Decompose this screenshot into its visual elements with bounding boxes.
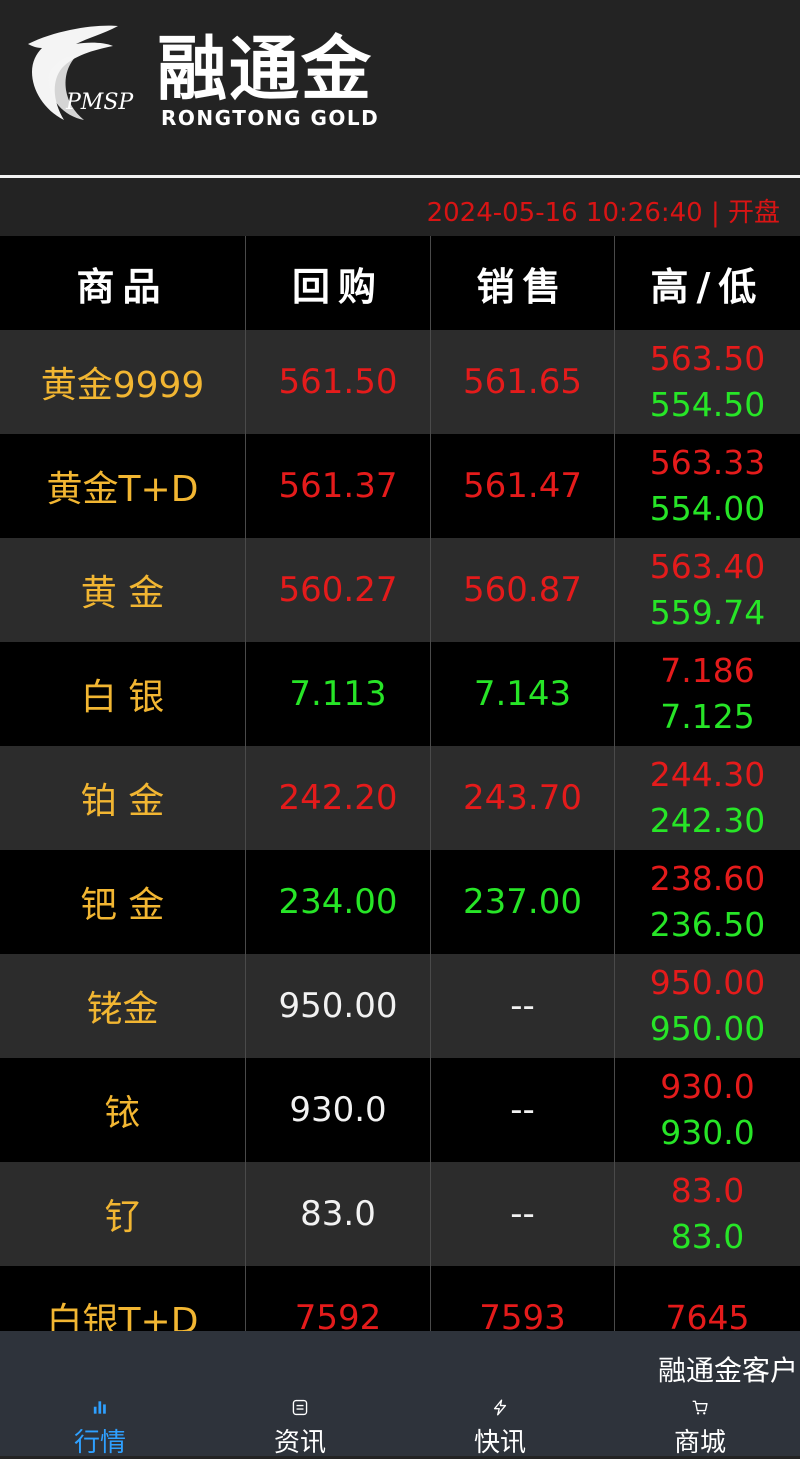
low-price: 83.0 <box>670 1217 745 1256</box>
table-row[interactable]: 钌 83.0 -- 83.0 83.0 <box>0 1162 800 1266</box>
buyback-price: 7.113 <box>245 642 430 746</box>
low-price: 242.30 <box>649 801 766 840</box>
sell-price: 243.70 <box>430 746 614 850</box>
high-low-cell: 563.50 554.50 <box>614 330 800 434</box>
low-price: 7.125 <box>660 697 755 736</box>
column-header-high-low: 高/低 <box>614 236 800 330</box>
table-row[interactable]: 铂 金 242.20 243.70 244.30 242.30 <box>0 746 800 850</box>
cart-icon <box>692 1400 708 1415</box>
sell-price: -- <box>430 1162 614 1266</box>
high-low-cell: 7.186 7.125 <box>614 642 800 746</box>
sell-price: 237.00 <box>430 850 614 954</box>
nav-label-quotes: 行情 <box>73 1428 126 1458</box>
nav-tab-quotes[interactable]: 行情 <box>50 1399 150 1459</box>
product-name: 铂 金 <box>80 781 165 822</box>
high-low-cell: 563.33 554.00 <box>614 434 800 538</box>
buyback-price: 561.37 <box>245 434 430 538</box>
price-table: 商品 回购 销售 高/低 黄金9999 561.50 561.65 563.50 554… <box>0 236 800 1370</box>
status-bar: 2024-05-16 10:26:40 | 开盘 <box>0 178 800 236</box>
buyback-price: 242.20 <box>245 746 430 850</box>
product-name: 铱 <box>104 1093 141 1134</box>
low-price: 950.00 <box>649 1009 766 1048</box>
logo-pmsp-text: PMSP <box>66 90 134 115</box>
table-header-row: 商品 回购 销售 高/低 <box>0 236 800 330</box>
high-low-cell: 83.0 83.0 <box>614 1162 800 1266</box>
buyback-price: 234.00 <box>245 850 430 954</box>
sell-price: 561.47 <box>430 434 614 538</box>
marquee-text: 融通金客户 <box>658 1354 799 1387</box>
sell-price: 561.65 <box>430 330 614 434</box>
high-price: 83.0 <box>670 1171 745 1210</box>
product-name: 黄金9999 <box>40 365 205 406</box>
high-low-cell: 950.00 950.00 <box>614 954 800 1058</box>
buyback-price: 83.0 <box>245 1162 430 1266</box>
product-name: 黄 金 <box>80 573 165 614</box>
news-icon <box>292 1399 308 1416</box>
sell-price: -- <box>430 1058 614 1162</box>
lightning-icon <box>493 1399 507 1416</box>
nav-tab-flash[interactable]: 快讯 <box>450 1399 550 1459</box>
low-price: 930.0 <box>660 1113 755 1152</box>
nav-tab-mall[interactable]: 商城 <box>650 1399 750 1459</box>
low-price: 236.50 <box>649 905 766 944</box>
sell-price: -- <box>430 954 614 1058</box>
product-name: 钯 金 <box>80 885 165 926</box>
table-row[interactable]: 铱 930.0 -- 930.0 930.0 <box>0 1058 800 1162</box>
sell-price: 7.143 <box>430 642 614 746</box>
high-price: 563.40 <box>649 547 766 586</box>
table-row[interactable]: 黄金9999 561.50 561.65 563.50 554.50 <box>0 330 800 434</box>
high-low-cell: 930.0 930.0 <box>614 1058 800 1162</box>
buyback-price: 560.27 <box>245 538 430 642</box>
high-price: 930.0 <box>660 1067 755 1106</box>
table-row[interactable]: 白 银 7.113 7.143 7.186 7.125 <box>0 642 800 746</box>
column-header-product: 商品 <box>76 264 169 309</box>
table-row[interactable]: 黄金T+D 561.37 561.47 563.33 554.00 <box>0 434 800 538</box>
low-price: 559.74 <box>649 593 766 632</box>
app-header: PMSP 融通金 RONGTONG GOLD <box>0 0 800 175</box>
high-price: 563.50 <box>649 339 766 378</box>
product-name: 白 银 <box>80 677 165 718</box>
nav-label-news: 资讯 <box>273 1428 326 1458</box>
dragon-logo-icon <box>28 25 118 120</box>
buyback-price: 930.0 <box>245 1058 430 1162</box>
market-status-text: 2024-05-16 10:26:40 | 开盘 <box>426 198 780 228</box>
brand-name-cn: 融通金 <box>157 28 373 110</box>
high-price: 244.30 <box>649 755 766 794</box>
column-header-sell: 销售 <box>430 236 614 330</box>
high-low-cell: 238.60 236.50 <box>614 850 800 954</box>
product-name: 铑金 <box>86 989 159 1030</box>
high-price: 563.33 <box>649 443 766 482</box>
high-price: 950.00 <box>649 963 766 1002</box>
high-price: 7.186 <box>660 651 755 690</box>
nav-label-mall: 商城 <box>673 1428 726 1458</box>
buyback-price: 950.00 <box>245 954 430 1058</box>
high-price: 238.60 <box>649 859 766 898</box>
nav-tab-news[interactable]: 资讯 <box>250 1399 350 1459</box>
bar-chart-icon <box>93 1401 106 1414</box>
table-row[interactable]: 黄 金 560.27 560.87 563.40 559.74 <box>0 538 800 642</box>
table-row[interactable]: 钯 金 234.00 237.00 238.60 236.50 <box>0 850 800 954</box>
product-name: 钌 <box>104 1197 141 1238</box>
low-price: 554.00 <box>649 489 766 528</box>
bottom-bar: 融通金客户 行情 资讯 快讯 商城 <box>0 1331 800 1459</box>
buyback-price: 561.50 <box>245 330 430 434</box>
brand-name-en: RONGTONG GOLD <box>161 106 380 130</box>
high-low-cell: 563.40 559.74 <box>614 538 800 642</box>
high-low-cell: 244.30 242.30 <box>614 746 800 850</box>
column-header-buyback: 回购 <box>245 236 430 330</box>
nav-label-flash: 快讯 <box>473 1428 526 1458</box>
low-price: 554.50 <box>649 385 766 424</box>
product-name: 黄金T+D <box>46 469 199 510</box>
table-row[interactable]: 铑金 950.00 -- 950.00 950.00 <box>0 954 800 1058</box>
sell-price: 560.87 <box>430 538 614 642</box>
